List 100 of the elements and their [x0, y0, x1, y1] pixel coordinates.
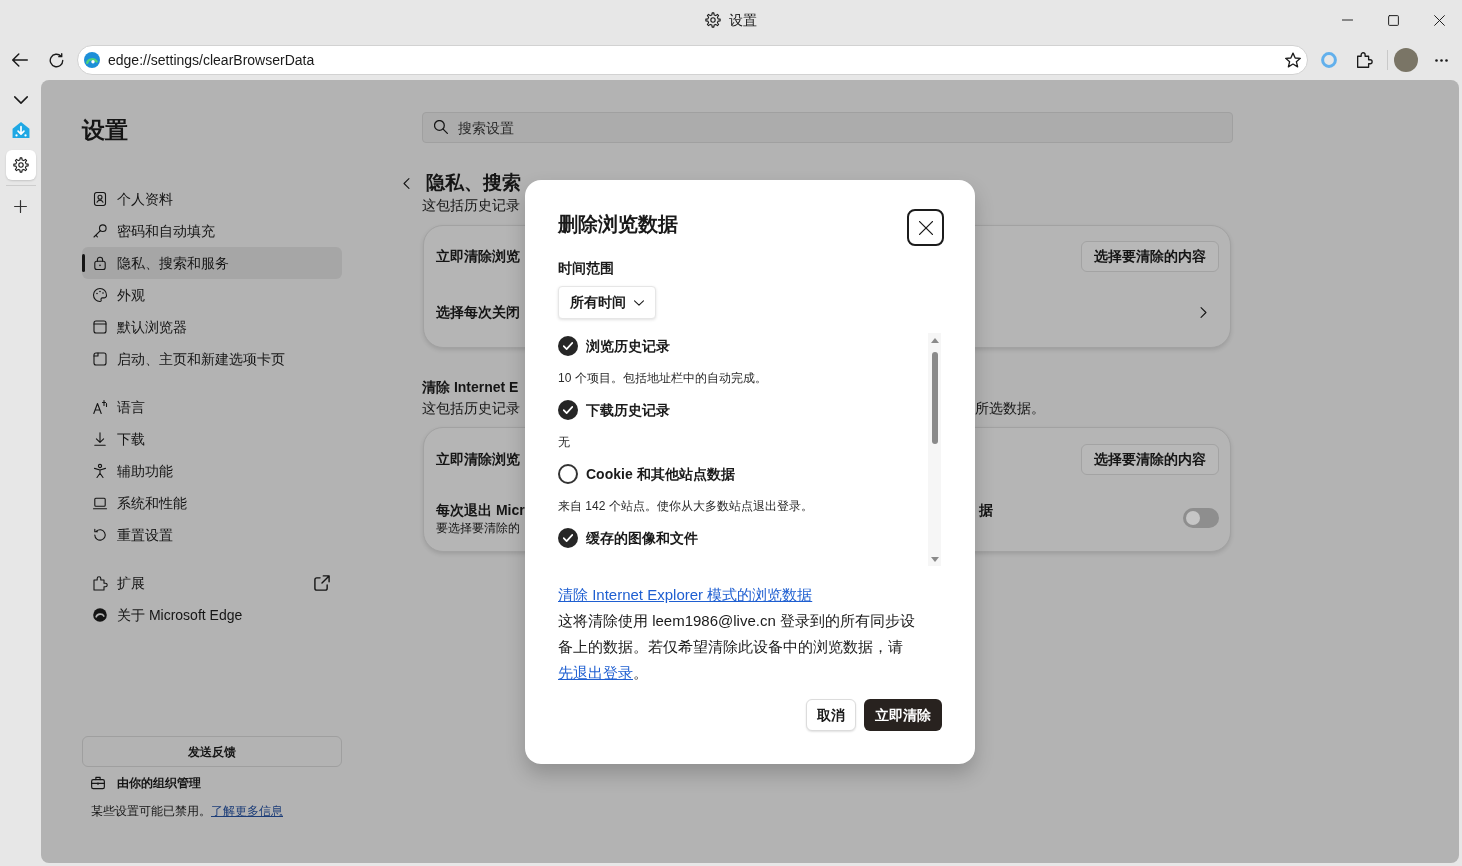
profile-button[interactable]: [1394, 48, 1418, 72]
search-icon: [434, 120, 448, 134]
sync-notice-text: 这将清除使用 leem1986@live.cn 登录到的所有同步设备上的数据。若仅希望清除此设备中的浏览数据，请 先退出登录。: [558, 611, 916, 683]
nav-item[interactable]: 隐私、搜索和服务: [82, 247, 342, 279]
check-icon: [563, 342, 573, 350]
nav-item[interactable]: 辅助功能: [82, 455, 342, 487]
checkbox-label: 下载历史记录: [586, 401, 670, 420]
ring-icon: [1321, 52, 1337, 68]
choose-content-button[interactable]: 选择要清除的内容: [1081, 443, 1219, 475]
selected-indicator: [82, 254, 85, 272]
nav-item[interactable]: 密码和自动填充: [82, 215, 342, 247]
managed-label: 由你的组织管理: [117, 775, 201, 791]
checkbox[interactable]: [558, 400, 578, 420]
page-icon: [92, 351, 108, 367]
briefcase-icon: [91, 776, 105, 790]
scroll-thumb[interactable]: [931, 352, 938, 444]
row-label: 立即清除浏览: [436, 247, 520, 266]
window-icon: [92, 319, 108, 335]
maximize-icon: [1387, 14, 1399, 26]
dialog-title: 删除浏览数据: [558, 212, 678, 237]
settings-app-button[interactable]: [5, 150, 36, 180]
section-description: 所选数据。: [975, 399, 1045, 418]
minimize-icon: [1341, 19, 1353, 21]
puzzle-icon: [1357, 52, 1373, 68]
site-icon: [84, 52, 100, 68]
nav-item[interactable]: 关于 Microsoft Edge: [82, 599, 342, 631]
chevron-down-icon: [634, 299, 644, 306]
search-field[interactable]: 搜索设置: [422, 112, 1233, 143]
close-button[interactable]: [907, 209, 944, 246]
plus-icon[interactable]: [14, 200, 27, 213]
chevron-left-icon[interactable]: [403, 177, 410, 189]
checkbox-label: 浏览历史记录: [586, 337, 670, 356]
option-description: 无: [558, 434, 570, 450]
scroll-up-icon[interactable]: [930, 338, 939, 343]
nav-item[interactable]: 扩展: [82, 567, 342, 599]
profile-icon: [92, 191, 108, 207]
row-label: 每次退出 Micr: [436, 501, 525, 520]
check-icon: [563, 406, 573, 414]
back-arrow-icon: [12, 53, 28, 67]
lock-icon: [92, 255, 108, 271]
section-description: 这包括历史记录: [422, 399, 520, 416]
section-title: 清除 Internet E: [422, 379, 519, 395]
toggle-switch[interactable]: [1183, 508, 1219, 528]
row-label: 选择每次关闭: [436, 303, 520, 322]
section-description: 这包括历史记录: [422, 196, 520, 213]
nav-item[interactable]: 重置设置: [82, 519, 342, 551]
person-icon: [92, 463, 108, 479]
house-icon[interactable]: [11, 121, 30, 139]
row-label: 立即清除浏览: [436, 450, 520, 469]
time-range-dropdown[interactable]: 所有时间: [558, 286, 656, 319]
star-icon: [1285, 52, 1301, 68]
checkbox[interactable]: [558, 464, 578, 484]
chevron-down-icon[interactable]: [13, 96, 28, 104]
choose-content-button[interactable]: 选择要清除的内容: [1081, 240, 1219, 272]
chevron-right-icon[interactable]: [1200, 306, 1207, 318]
address-bar[interactable]: edge://settings/clearBrowserData: [77, 45, 1308, 75]
row-sublabel: 要选择要清除的: [436, 520, 520, 536]
close-icon: [918, 220, 933, 235]
policy-notice-text: 某些设置可能已禁用。了解更多信息: [91, 803, 283, 820]
gear-icon: [12, 157, 29, 173]
swirl-icon: [92, 607, 108, 623]
checkbox-label: 缓存的图像和文件: [586, 529, 698, 548]
sign-out-link[interactable]: 先退出登录: [558, 664, 633, 681]
scrollbar[interactable]: [928, 333, 941, 566]
laptop-icon: [92, 495, 108, 511]
language-icon: [92, 399, 108, 415]
option-description: 10 个项目。包括地址栏中的自动完成。: [558, 370, 767, 386]
more-icon: [1434, 58, 1448, 62]
checkbox-label: Cookie 和其他站点数据: [586, 465, 735, 484]
download-icon: [92, 431, 108, 447]
nav-item[interactable]: 启动、主页和新建选项卡页: [82, 343, 342, 375]
window-title: 设置: [729, 11, 757, 30]
feedback-button[interactable]: 发送反馈: [82, 736, 342, 767]
scroll-down-icon[interactable]: [930, 557, 939, 562]
gear-icon: [705, 12, 721, 28]
checkbox[interactable]: [558, 336, 578, 356]
avatar-icon: [1394, 48, 1418, 72]
field-label: 时间范围: [558, 260, 614, 276]
nav-item[interactable]: 默认浏览器: [82, 311, 342, 343]
check-icon: [563, 534, 573, 542]
nav-item[interactable]: 下载: [82, 423, 342, 455]
clear-now-button[interactable]: 立即清除: [864, 699, 942, 731]
learn-more-link[interactable]: 了解更多信息: [211, 804, 283, 818]
key-icon: [92, 223, 108, 239]
page-heading: 隐私、搜索: [426, 171, 521, 195]
checkbox[interactable]: [558, 528, 578, 548]
palette-icon: [92, 287, 108, 303]
settings-title: 设置: [82, 117, 128, 143]
reset-icon: [92, 527, 108, 543]
nav-item[interactable]: 外观: [82, 279, 342, 311]
puzzle-icon: [92, 575, 108, 591]
refresh-icon: [48, 52, 64, 68]
option-description: 来自 142 个站点。使你从大多数站点退出登录。: [558, 498, 813, 514]
row-label: 据: [979, 501, 993, 520]
ie-data-link[interactable]: 清除 Internet Explorer 模式的浏览数据: [558, 583, 813, 607]
nav-item[interactable]: 语言: [82, 391, 342, 423]
nav-item[interactable]: 系统和性能: [82, 487, 342, 519]
cancel-button[interactable]: 取消: [806, 699, 856, 731]
nav-item[interactable]: 个人资料: [82, 183, 342, 215]
close-icon: [1433, 14, 1445, 26]
